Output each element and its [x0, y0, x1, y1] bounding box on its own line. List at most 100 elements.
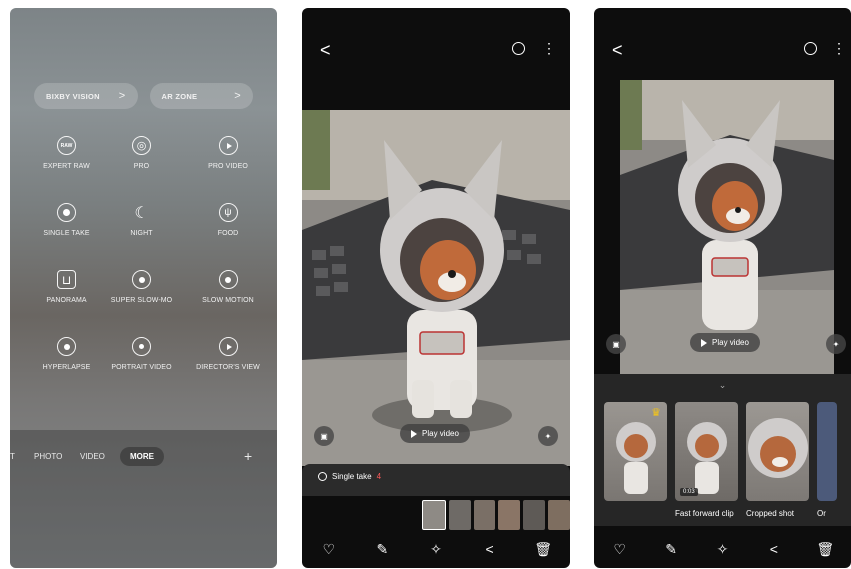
trash-icon[interactable]: 🗑: [813, 541, 837, 558]
filmstrip-thumb[interactable]: [422, 500, 446, 530]
ar-zone-button[interactable]: AR ZONE >: [149, 83, 253, 109]
single-take-panel[interactable]: Single take 4: [302, 464, 570, 496]
single-take-icon: [57, 203, 76, 222]
hyperlapse-icon: [57, 337, 76, 356]
portrait-video-icon: [132, 337, 151, 356]
mode-slow-motion[interactable]: SLOW MOTION: [180, 270, 276, 304]
gallery-top-bar: < ⋮: [594, 38, 851, 62]
single-take-label: Single take: [332, 472, 372, 481]
best-shots-carousel: ♛ 0:03 Fast forward clip Cropped shot Or: [604, 402, 837, 518]
rotate-icon[interactable]: [512, 42, 525, 55]
aperture-icon: ◎: [132, 136, 151, 155]
heart-icon[interactable]: ♡: [608, 541, 632, 558]
capture-frame-icon[interactable]: ▣: [606, 334, 626, 354]
photo-viewer[interactable]: [302, 110, 570, 466]
mode-pro-video[interactable]: PRO VIDEO: [180, 136, 276, 170]
moon-icon: ☾: [134, 204, 149, 222]
more-options-icon[interactable]: ⋮: [542, 41, 556, 55]
magic-icon[interactable]: ✧: [424, 541, 448, 558]
chevron-right-icon: >: [118, 90, 126, 102]
play-video-label: Play video: [712, 338, 749, 347]
photo-viewer[interactable]: [620, 80, 834, 374]
next-card-thumbnail: [817, 402, 837, 501]
panorama-icon: ⊔: [57, 270, 76, 289]
mode-tab-partial[interactable]: T: [10, 452, 15, 461]
play-video-button[interactable]: Play video: [400, 424, 470, 443]
mode-tab-video[interactable]: VIDEO: [80, 452, 105, 461]
gallery-single-take-screen: < ⋮ ▣ Play video ✦ Single take 4 ♡ ✎ ✧ <…: [302, 8, 570, 568]
bixby-vision-button[interactable]: BIXBY VISION >: [34, 83, 138, 109]
trash-icon[interactable]: 🗑: [531, 541, 555, 558]
raw-icon: RAW: [57, 136, 76, 155]
mode-pro[interactable]: ◎ PRO: [105, 136, 178, 170]
fast-forward-clip-card[interactable]: 0:03 Fast forward clip: [675, 402, 738, 518]
mode-panorama[interactable]: ⊔ PANORAMA: [30, 270, 103, 304]
astronaut-figure-photo: [302, 110, 570, 466]
mode-food[interactable]: ψ FOOD: [180, 203, 276, 237]
magic-icon[interactable]: ✧: [710, 541, 734, 558]
mode-night[interactable]: ☾ NIGHT: [105, 203, 178, 238]
share-icon[interactable]: <: [762, 541, 786, 557]
capture-frame-icon[interactable]: ▣: [314, 426, 334, 446]
gallery-action-bar: ♡ ✎ ✧ < 🗑: [594, 530, 851, 568]
single-take-header: Single take 4: [318, 472, 381, 481]
feature-chips: BIXBY VISION > AR ZONE >: [34, 83, 253, 109]
mode-label: PANORAMA: [46, 297, 87, 304]
mode-label: SLOW MOTION: [202, 297, 254, 304]
filmstrip-thumb[interactable]: [523, 500, 546, 530]
mode-label: PRO: [133, 163, 150, 170]
mode-label: DIRECTOR'S VIEW: [196, 364, 260, 371]
mode-hyperlapse[interactable]: HYPERLAPSE: [30, 337, 103, 371]
filmstrip-thumb[interactable]: [548, 500, 570, 530]
astronaut-closeup-thumb: [748, 418, 808, 478]
add-icon[interactable]: +: [244, 448, 252, 464]
mode-portrait-video[interactable]: PORTRAIT VIDEO: [105, 337, 178, 371]
rotate-icon[interactable]: [804, 42, 817, 55]
mode-label: HYPERLAPSE: [42, 364, 91, 371]
back-icon[interactable]: <: [612, 40, 623, 61]
play-icon: [701, 338, 707, 347]
best-shot-card[interactable]: ♛: [604, 402, 667, 518]
share-icon[interactable]: <: [478, 541, 502, 557]
bixby-vision-label: BIXBY VISION: [46, 91, 100, 101]
mode-tab-photo[interactable]: PHOTO: [34, 452, 62, 461]
filmstrip: [422, 500, 570, 530]
mode-label: SUPER SLOW-MO: [110, 297, 173, 304]
astronaut-thumb: [687, 422, 727, 494]
best-shots-sheet: ⌄ ♛ 0:03 Fast forward clip Cropped shot …: [594, 374, 851, 526]
filmstrip-thumb[interactable]: [498, 500, 521, 530]
back-icon[interactable]: <: [320, 40, 331, 61]
heart-icon[interactable]: ♡: [317, 541, 341, 558]
cropped-shot-card[interactable]: Cropped shot: [746, 402, 809, 518]
mode-expert-raw[interactable]: RAW EXPERT RAW: [30, 136, 103, 170]
auto-enhance-icon[interactable]: ✦: [538, 426, 558, 446]
pencil-icon[interactable]: ✎: [370, 541, 394, 558]
mode-grid: RAW EXPERT RAW ◎ PRO PRO VIDEO SINGLE TA…: [30, 136, 277, 371]
crown-icon: ♛: [651, 407, 661, 419]
food-icon: ψ: [218, 203, 238, 222]
pro-video-icon: [218, 136, 238, 155]
play-video-button[interactable]: Play video: [690, 333, 760, 352]
astronaut-figure-photo: [620, 80, 834, 374]
mode-label: PRO VIDEO: [208, 163, 248, 170]
next-card-partial[interactable]: Or: [817, 402, 837, 518]
mode-single-take[interactable]: SINGLE TAKE: [30, 203, 103, 237]
gallery-top-bar: < ⋮: [302, 38, 570, 62]
slow-motion-icon: [218, 270, 238, 289]
mode-super-slow-mo[interactable]: SUPER SLOW-MO: [105, 270, 178, 304]
pencil-icon[interactable]: ✎: [659, 541, 683, 558]
chevron-down-icon[interactable]: ⌄: [719, 380, 727, 391]
mode-directors-view[interactable]: DIRECTOR'S VIEW: [180, 337, 276, 371]
auto-enhance-icon[interactable]: ✦: [826, 334, 846, 354]
filmstrip-thumb[interactable]: [473, 500, 496, 530]
next-card-caption: Or: [817, 509, 826, 518]
mode-label: SINGLE TAKE: [43, 230, 90, 237]
mode-label: FOOD: [217, 230, 239, 237]
play-icon: [411, 429, 417, 438]
camera-more-modes-screen: BIXBY VISION > AR ZONE > RAW EXPERT RAW …: [10, 8, 277, 568]
more-options-icon[interactable]: ⋮: [832, 41, 846, 55]
mode-tab-more[interactable]: MORE: [120, 446, 164, 466]
filmstrip-thumb[interactable]: [448, 500, 471, 530]
single-take-icon: [318, 472, 327, 481]
mode-label: NIGHT: [130, 230, 153, 237]
